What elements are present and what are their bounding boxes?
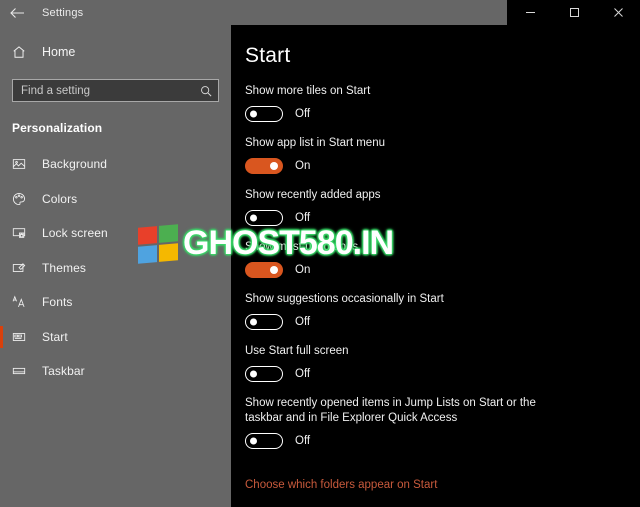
image-icon [12,157,34,171]
sidebar-item-background[interactable]: Background [0,147,231,182]
minimize-icon[interactable] [508,0,552,25]
toggle-row: On [245,262,640,278]
sidebar-item-fonts[interactable]: Fonts [0,285,231,320]
setting-label: Show recently added apps [245,189,381,201]
toggle-row: Off [245,314,640,330]
setting-label: Show app list in Start menu [245,137,385,149]
sidebar-section-title: Personalization [12,121,103,135]
toggle-knob [250,110,257,118]
window-body: Home Personalization [0,25,640,507]
sidebar-item-home[interactable]: Home [0,37,231,67]
setting-jump-lists: Show recently opened items in Jump Lists… [245,396,640,449]
sidebar-item-start[interactable]: Start [0,320,231,355]
start-tiles-icon [12,330,34,344]
setting-label: Use Start full screen [245,345,349,357]
fonts-icon [12,295,34,309]
toggle-row: Off [245,106,640,122]
setting-label: Show more tiles on Start [245,85,371,97]
toggle-row: Off [245,366,640,382]
toggle-state-label: Off [295,108,311,120]
sidebar-nav: Background Colors Lock screen Themes Fon… [0,147,231,389]
toggle-row: On [245,158,640,174]
toggle-show-most-used[interactable] [245,262,283,278]
palette-icon [12,192,34,206]
toggle-use-full-screen[interactable] [245,366,283,382]
themes-brush-icon [12,261,34,275]
toggle-state-label: Off [295,316,311,328]
main-panel: Start Show more tiles on Start Off Show … [231,25,640,507]
sidebar: Home Personalization [0,25,231,507]
toggle-state-label: Off [295,212,311,224]
toggle-state-label: Off [295,435,311,447]
maximize-icon[interactable] [552,0,596,25]
sidebar-home-label: Home [42,45,76,59]
toggle-show-app-list[interactable] [245,158,283,174]
sidebar-item-label: Themes [42,260,86,275]
sidebar-item-colors[interactable]: Colors [0,182,231,217]
close-icon[interactable] [596,0,640,25]
search-icon[interactable] [200,85,212,97]
toggle-knob [250,214,257,222]
search-box[interactable] [12,79,219,102]
toggle-state-label: On [295,264,311,276]
toggle-show-more-tiles[interactable] [245,106,283,122]
toggle-row: Off [245,433,640,449]
back-arrow-icon[interactable] [0,0,34,25]
setting-show-more-tiles: Show more tiles on Start Off [245,84,640,122]
sidebar-item-label: Start [42,329,68,344]
setting-show-recently-added: Show recently added apps Off [245,188,640,226]
toggle-state-label: On [295,160,311,172]
toggle-knob [250,370,257,378]
toggle-row: Off [245,210,640,226]
setting-show-app-list: Show app list in Start menu On [245,136,640,174]
settings-window: Settings Home Find a setting Personaliza… [0,0,640,507]
sidebar-item-label: Lock screen [42,226,108,241]
sidebar-item-lock-screen[interactable]: Lock screen [0,216,231,251]
page-title: Start [245,44,291,67]
window-controls [507,0,640,25]
sidebar-item-taskbar[interactable]: Taskbar [0,354,231,389]
lock-screen-icon [12,226,34,240]
toggle-show-recently-added[interactable] [245,210,283,226]
toggle-knob [250,318,257,326]
setting-use-full-screen: Use Start full screen Off [245,344,640,382]
sidebar-item-themes[interactable]: Themes [0,251,231,286]
sidebar-item-label: Taskbar [42,364,85,379]
title-bar: Settings [0,0,640,25]
sidebar-item-label: Fonts [42,295,73,310]
setting-label: Show most used apps [245,241,359,253]
window-title: Settings [42,6,84,19]
setting-show-most-used: Show most used apps On [245,240,640,278]
setting-label: Show recently opened items in Jump Lists… [245,397,536,424]
toggle-jump-lists[interactable] [245,433,283,449]
setting-show-suggestions: Show suggestions occasionally in Start O… [245,292,640,330]
choose-folders-link[interactable]: Choose which folders appear on Start [245,479,437,491]
toggle-state-label: Off [295,368,311,380]
search-input[interactable] [21,84,200,97]
home-icon [12,45,34,59]
sidebar-item-label: Background [42,157,108,172]
toggle-knob [270,266,278,274]
sidebar-item-label: Colors [42,191,78,206]
toggle-knob [270,162,278,170]
toggle-knob [250,437,257,445]
setting-label: Show suggestions occasionally in Start [245,293,444,305]
toggle-show-suggestions[interactable] [245,314,283,330]
taskbar-icon [12,364,34,378]
